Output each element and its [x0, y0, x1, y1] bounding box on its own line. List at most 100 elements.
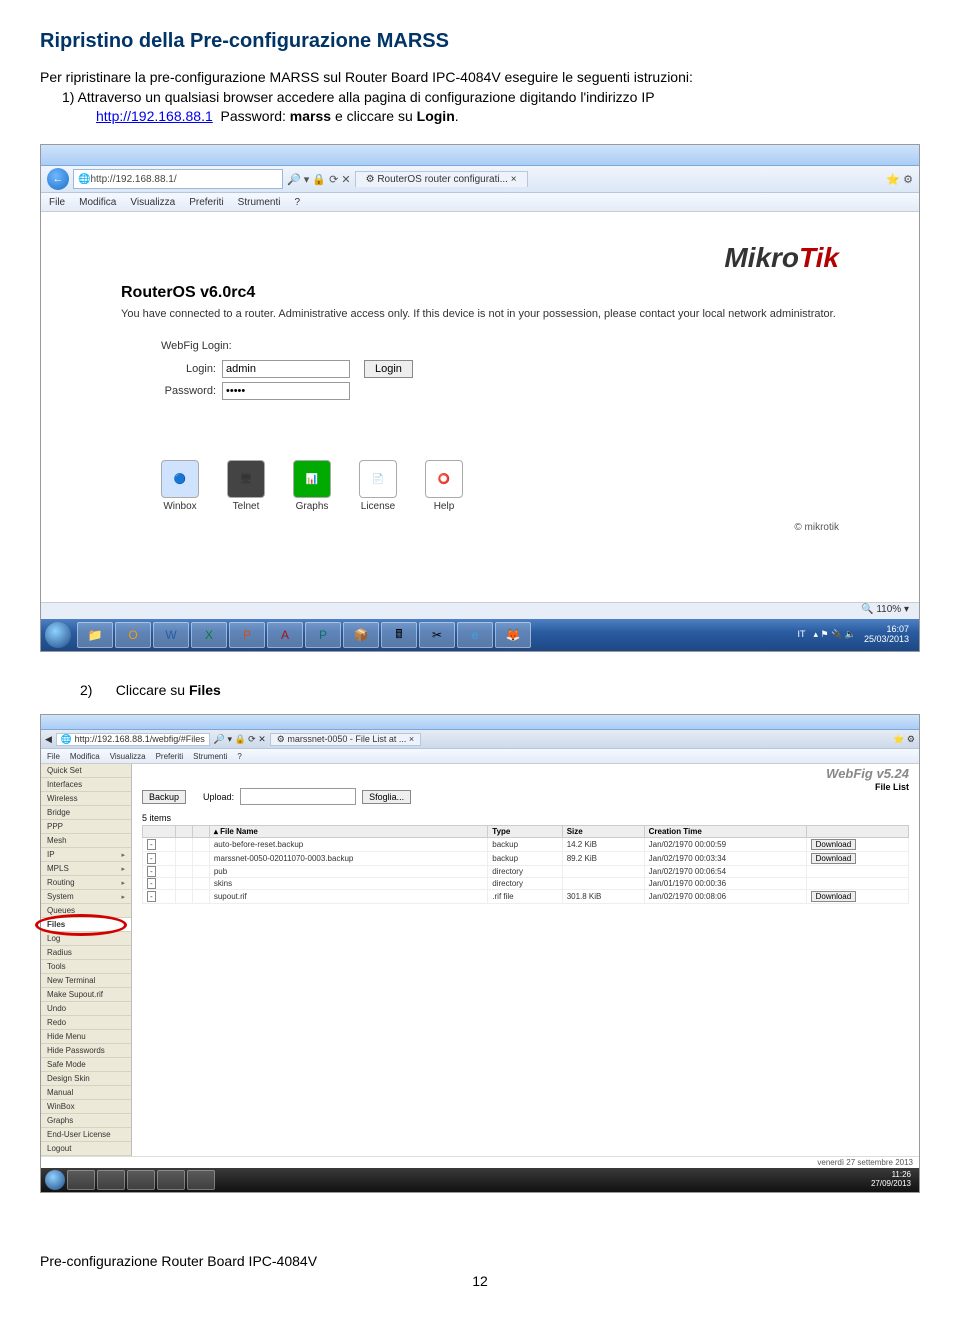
side-menu-new-terminal[interactable]: New Terminal	[41, 974, 131, 988]
remove-icon[interactable]: -	[147, 878, 156, 889]
side-menu-graphs[interactable]: Graphs	[41, 1114, 131, 1128]
content-area: WebFig v5.24 File List Backup Upload: Sf…	[132, 764, 919, 1156]
side-menu-make-supout-rif[interactable]: Make Supout.rif	[41, 988, 131, 1002]
side-menu-undo[interactable]: Undo	[41, 1002, 131, 1016]
menu-help[interactable]: ?	[294, 197, 300, 208]
side-menu-redo[interactable]: Redo	[41, 1016, 131, 1030]
download-button[interactable]: Download	[811, 839, 857, 850]
tb-winrar[interactable]: 📦	[343, 622, 379, 648]
col-header[interactable]	[176, 826, 193, 838]
webfig-brand: WebFig v5.24	[826, 766, 909, 781]
tb-calc[interactable]: 🖩	[381, 622, 417, 648]
side-menu-mpls[interactable]: MPLS	[41, 862, 131, 876]
remove-icon[interactable]: -	[147, 853, 156, 864]
side-menu-bridge[interactable]: Bridge	[41, 806, 131, 820]
tb-word[interactable]: W	[153, 622, 189, 648]
side-menu-wireless[interactable]: Wireless	[41, 792, 131, 806]
app-license[interactable]: 📄License	[359, 460, 397, 512]
col-header[interactable]	[192, 826, 209, 838]
login-label: Login:	[161, 363, 216, 375]
app-telnet[interactable]: 🖥Telnet	[227, 460, 265, 512]
browser-tab[interactable]: ⚙ RouterOS router configurati... ×	[355, 171, 528, 187]
side-menu-winbox[interactable]: WinBox	[41, 1100, 131, 1114]
browse-button[interactable]: Sfoglia...	[362, 790, 411, 804]
side-menu-system[interactable]: System	[41, 890, 131, 904]
table-row: -marssnet-0050-02011070-0003.backupbacku…	[143, 852, 909, 866]
browser-tab-2[interactable]: ⚙ marssnet-0050 - File List at ... ×	[270, 733, 421, 746]
back-button-2[interactable]: ◀	[45, 734, 52, 745]
menu-modifica[interactable]: Modifica	[79, 197, 116, 208]
back-button[interactable]: ←	[47, 168, 69, 190]
side-menu-safe-mode[interactable]: Safe Mode	[41, 1058, 131, 1072]
tb-ie[interactable]: e	[457, 622, 493, 648]
login-input[interactable]	[222, 360, 350, 378]
step2-bold: Files	[189, 682, 221, 698]
tb-publisher[interactable]: P	[305, 622, 341, 648]
window-titlebar-2	[41, 715, 919, 730]
side-menu-end-user-license[interactable]: End-User License	[41, 1128, 131, 1142]
side-menu-hide-passwords[interactable]: Hide Passwords	[41, 1044, 131, 1058]
url-link[interactable]: http://192.168.88.1	[96, 108, 213, 124]
side-menu-manual[interactable]: Manual	[41, 1086, 131, 1100]
download-button[interactable]: Download	[811, 891, 857, 902]
side-menu-logout[interactable]: Logout	[41, 1142, 131, 1156]
remove-icon[interactable]: -	[147, 839, 156, 850]
col-header[interactable]: Creation Time	[644, 826, 806, 838]
menu-file[interactable]: File	[49, 197, 65, 208]
side-menu-mesh[interactable]: Mesh	[41, 834, 131, 848]
download-button[interactable]: Download	[811, 853, 857, 864]
app-graphs[interactable]: 📊Graphs	[293, 460, 331, 512]
remove-icon[interactable]: -	[147, 866, 156, 877]
tray-lang[interactable]: IT	[797, 630, 805, 640]
side-menu-design-skin[interactable]: Design Skin	[41, 1072, 131, 1086]
col-header[interactable]	[806, 826, 908, 838]
url-field-2[interactable]: 🌐 http://192.168.88.1/webfig/#Files	[56, 733, 210, 746]
password-input[interactable]	[222, 382, 350, 400]
tb-snip[interactable]: ✂	[419, 622, 455, 648]
backup-button[interactable]: Backup	[142, 790, 186, 804]
start-orb-2[interactable]	[45, 1170, 65, 1190]
side-menu-log[interactable]: Log	[41, 932, 131, 946]
tb2-explorer[interactable]	[67, 1170, 95, 1190]
url-field[interactable]: 🌐 http://192.168.88.1/	[73, 169, 283, 189]
tb-firefox[interactable]: 🦊	[495, 622, 531, 648]
side-menu-tools[interactable]: Tools	[41, 960, 131, 974]
col-header[interactable]	[143, 826, 176, 838]
side-menu-files[interactable]: Files	[41, 918, 131, 932]
tb2-ie[interactable]	[187, 1170, 215, 1190]
tb-access[interactable]: A	[267, 622, 303, 648]
tb-explorer[interactable]: 📁	[77, 622, 113, 648]
status-strip: 🔍 110% ▾	[41, 602, 919, 619]
tb2-excel[interactable]	[127, 1170, 155, 1190]
side-menu-radius[interactable]: Radius	[41, 946, 131, 960]
tb-powerpoint[interactable]: P	[229, 622, 265, 648]
tb2-firefox[interactable]	[157, 1170, 185, 1190]
side-menu: Quick SetInterfacesWirelessBridgePPPMesh…	[41, 764, 132, 1156]
side-menu-interfaces[interactable]: Interfaces	[41, 778, 131, 792]
side-menu-hide-menu[interactable]: Hide Menu	[41, 1030, 131, 1044]
col-header[interactable]: ▴ File Name	[209, 826, 487, 838]
menu-preferiti[interactable]: Preferiti	[189, 197, 223, 208]
side-menu-ip[interactable]: IP	[41, 848, 131, 862]
table-row: -skinsdirectoryJan/01/1970 00:00:36	[143, 878, 909, 890]
login-button[interactable]: Login	[364, 360, 413, 378]
tb-outlook[interactable]: O	[115, 622, 151, 648]
remove-icon[interactable]: -	[147, 891, 156, 902]
side-menu-quick-set[interactable]: Quick Set	[41, 764, 131, 778]
col-header[interactable]: Size	[562, 826, 644, 838]
side-menu-queues[interactable]: Queues	[41, 904, 131, 918]
menu-visualizza[interactable]: Visualizza	[130, 197, 175, 208]
app-help[interactable]: ⭕Help	[425, 460, 463, 512]
table-row: -auto-before-reset.backupbackup14.2 KiBJ…	[143, 838, 909, 852]
col-header[interactable]: Type	[488, 826, 562, 838]
tb-excel[interactable]: X	[191, 622, 227, 648]
tb2-word[interactable]	[97, 1170, 125, 1190]
menu-strumenti[interactable]: Strumenti	[238, 197, 281, 208]
app-winbox[interactable]: 🔵Winbox	[161, 460, 199, 512]
upload-input[interactable]	[240, 788, 356, 805]
start-orb[interactable]	[45, 622, 71, 648]
table-row: -pubdirectoryJan/02/1970 00:06:54	[143, 866, 909, 878]
side-menu-routing[interactable]: Routing	[41, 876, 131, 890]
side-menu-ppp[interactable]: PPP	[41, 820, 131, 834]
tray: IT ▴ ⚑ 🔌 🔈 16:0725/03/2013	[797, 625, 915, 645]
